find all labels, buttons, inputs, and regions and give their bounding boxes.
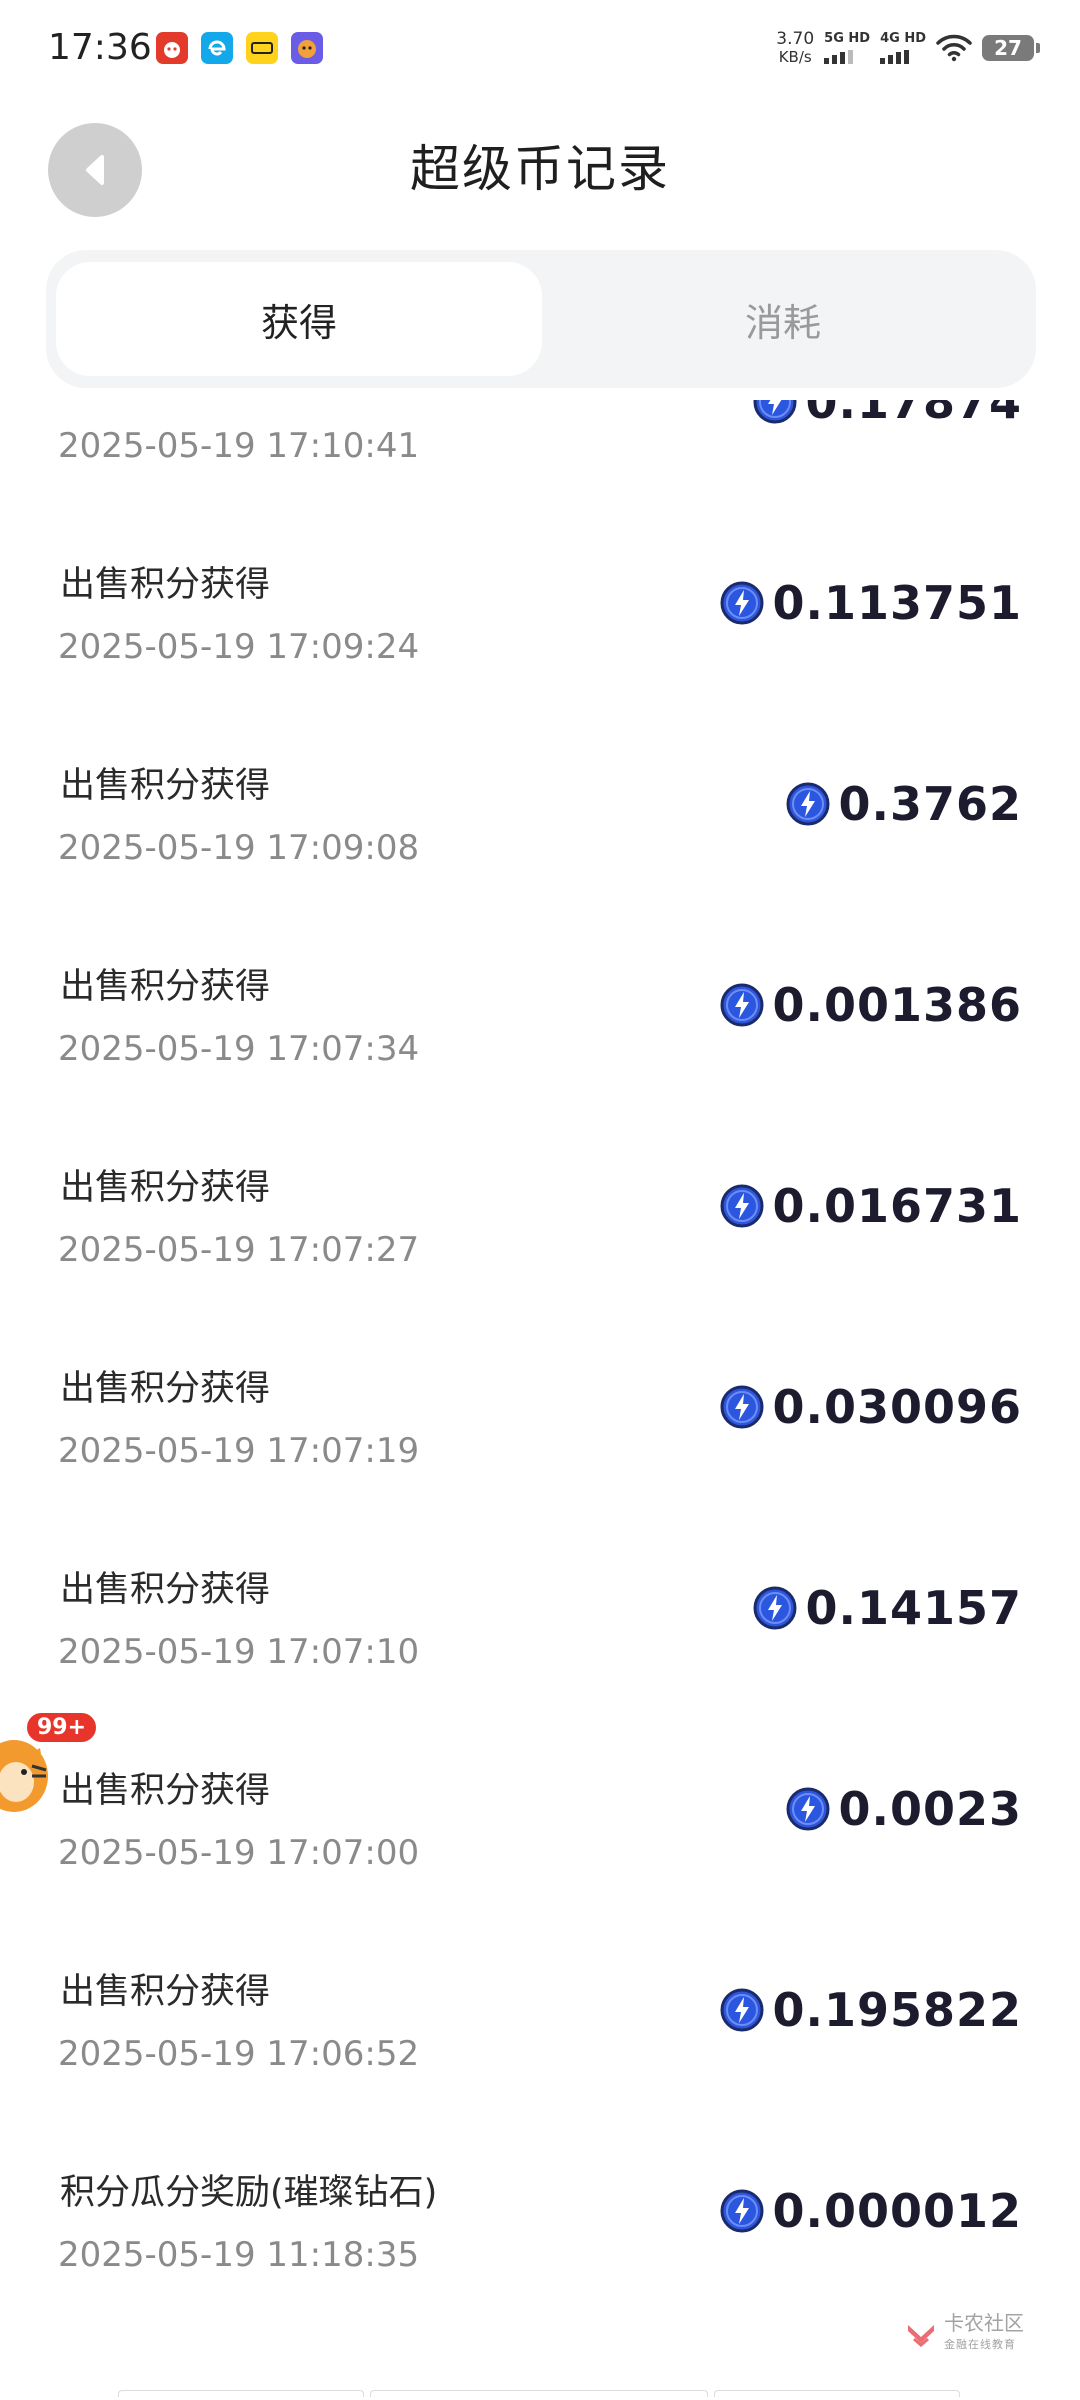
- status-right: 3.70 KB/s 5G HD 4G HD 27: [776, 30, 1040, 66]
- record-title: 积分瓜分奖励(璀璨钻石): [60, 2173, 438, 2213]
- record-time: 2025-05-19 17:06:52: [58, 2034, 420, 2074]
- notification-icons: [156, 32, 323, 64]
- record-title: 出售积分获得: [60, 1168, 271, 1208]
- status-bar: 17:36 3.70 KB/s 5G HD 4G HD 27: [0, 0, 1080, 100]
- list-item[interactable]: 出售积分获得 2025-05-19 17:09:24 0.113751: [0, 559, 1080, 760]
- record-title: 出售积分获得: [60, 1570, 271, 1610]
- record-title: 出售积分获得: [60, 400, 270, 406]
- tab-earned[interactable]: 获得: [56, 262, 542, 376]
- super-coin-icon: [720, 1184, 764, 1228]
- record-amount-value: 0.0023: [838, 1782, 1022, 1836]
- blue-app-icon: [201, 32, 233, 64]
- list-item[interactable]: 出售积分获得 2025-05-19 17:10:41 0.17874: [0, 400, 1080, 559]
- watermark-subtitle: 金融在线教育: [944, 2338, 1016, 2351]
- record-amount: 0.195822: [720, 1982, 1022, 2038]
- super-coin-icon: [753, 1586, 797, 1630]
- record-amount-value: 0.030096: [772, 1380, 1022, 1434]
- record-amount-value: 0.17874: [805, 400, 1022, 429]
- record-amount-value: 0.195822: [772, 1983, 1022, 2037]
- record-amount-value: 0.14157: [805, 1581, 1022, 1635]
- tiger-mascot-icon: [0, 1740, 48, 1812]
- network-speed-unit: KB/s: [778, 48, 812, 66]
- record-title: 出售积分获得: [60, 1771, 271, 1811]
- sim1-label: 5G HD: [824, 31, 871, 46]
- page-title: 超级币记录: [410, 140, 670, 198]
- wifi-icon: [936, 34, 972, 62]
- record-time: 2025-05-19 11:18:35: [58, 2235, 420, 2275]
- sim2-label: 4G HD: [880, 31, 926, 46]
- super-coin-icon: [786, 1787, 830, 1831]
- super-coin-icon: [720, 1988, 764, 2032]
- records-list[interactable]: 出售积分获得 2025-05-19 17:10:41 0.17874 出售积分获得 20…: [0, 400, 1080, 2370]
- header: 超级币记录: [0, 110, 1080, 230]
- record-time: 2025-05-19 17:09:08: [58, 828, 420, 868]
- list-item[interactable]: 出售积分获得 2025-05-19 17:06:52 0.195822: [0, 1966, 1080, 2167]
- super-coin-icon: [720, 2189, 764, 2233]
- network-speed-value: 3.70: [776, 29, 815, 49]
- records-list-content: 出售积分获得 2025-05-19 17:10:41 0.17874 出售积分获得 20…: [0, 400, 1080, 2368]
- sim2-signal: 4G HD: [880, 32, 926, 64]
- signal-bars-icon: [880, 50, 910, 64]
- record-title: 出售积分获得: [60, 967, 271, 1007]
- watermark-title: 卡农社区: [944, 2311, 1024, 2335]
- floating-assistant-widget[interactable]: 99+: [0, 1706, 100, 1826]
- record-time: 2025-05-19 17:07:34: [58, 1029, 420, 1069]
- list-item[interactable]: 出售积分获得 2025-05-19 17:09:08 0.3762: [0, 760, 1080, 961]
- super-coin-icon: [753, 400, 797, 424]
- list-item[interactable]: 出售积分获得 2025-05-19 17:07:34 0.001386: [0, 961, 1080, 1162]
- record-amount: 0.17874: [753, 400, 1022, 430]
- tab-bar: 获得 消耗: [46, 250, 1036, 388]
- record-time: 2025-05-19 17:09:24: [58, 627, 420, 667]
- bottom-handle: [118, 2390, 964, 2400]
- yellow-app-icon: [246, 32, 278, 64]
- battery-icon: 27: [982, 35, 1040, 61]
- tab-consumed[interactable]: 消耗: [540, 262, 1026, 376]
- sim1-signal: 5G HD: [824, 32, 870, 64]
- record-time: 2025-05-19 17:07:00: [58, 1833, 420, 1873]
- list-item[interactable]: 出售积分获得 2025-05-19 17:07:27 0.016731: [0, 1162, 1080, 1363]
- status-time: 17:36: [48, 27, 152, 68]
- super-coin-icon: [720, 1385, 764, 1429]
- list-item[interactable]: 出售积分获得 2025-05-19 17:07:00 0.0023: [0, 1765, 1080, 1966]
- purple-app-icon: [291, 32, 323, 64]
- record-amount-value: 0.000012: [772, 2184, 1022, 2238]
- record-title: 出售积分获得: [60, 565, 271, 605]
- record-title: 出售积分获得: [60, 766, 271, 806]
- record-amount-value: 0.113751: [772, 576, 1022, 630]
- super-coin-icon: [720, 983, 764, 1027]
- red-app-icon: [156, 32, 188, 64]
- record-amount-value: 0.001386: [772, 978, 1022, 1032]
- network-speed: 3.70 KB/s: [776, 30, 814, 66]
- watermark: 卡农社区 金融在线教育: [904, 2312, 1024, 2356]
- notification-badge: 99+: [24, 1710, 100, 1745]
- super-coin-icon: [786, 782, 830, 826]
- record-amount: 0.113751: [720, 575, 1022, 631]
- record-amount: 0.030096: [720, 1379, 1022, 1435]
- record-amount: 0.000012: [720, 2183, 1022, 2239]
- record-amount: 0.001386: [720, 977, 1022, 1033]
- record-amount: 0.016731: [720, 1178, 1022, 1234]
- record-title: 出售积分获得: [60, 1972, 271, 2012]
- watermark-logo-icon: [908, 2325, 934, 2347]
- record-amount-value: 0.016731: [772, 1179, 1022, 1233]
- record-amount: 0.0023: [786, 1781, 1022, 1837]
- battery-level: 27: [994, 36, 1022, 60]
- record-time: 2025-05-19 17:10:41: [58, 426, 420, 466]
- list-item[interactable]: 出售积分获得 2025-05-19 17:07:10 0.14157: [0, 1564, 1080, 1765]
- record-time: 2025-05-19 17:07:27: [58, 1230, 420, 1270]
- list-item[interactable]: 出售积分获得 2025-05-19 17:07:19 0.030096: [0, 1363, 1080, 1564]
- record-amount: 0.3762: [786, 776, 1022, 832]
- signal-bars-icon: [824, 50, 854, 64]
- record-time: 2025-05-19 17:07:10: [58, 1632, 420, 1672]
- record-amount-value: 0.3762: [838, 777, 1022, 831]
- super-coin-icon: [720, 581, 764, 625]
- record-time: 2025-05-19 17:07:19: [58, 1431, 420, 1471]
- record-amount: 0.14157: [753, 1580, 1022, 1636]
- record-title: 出售积分获得: [60, 1369, 271, 1409]
